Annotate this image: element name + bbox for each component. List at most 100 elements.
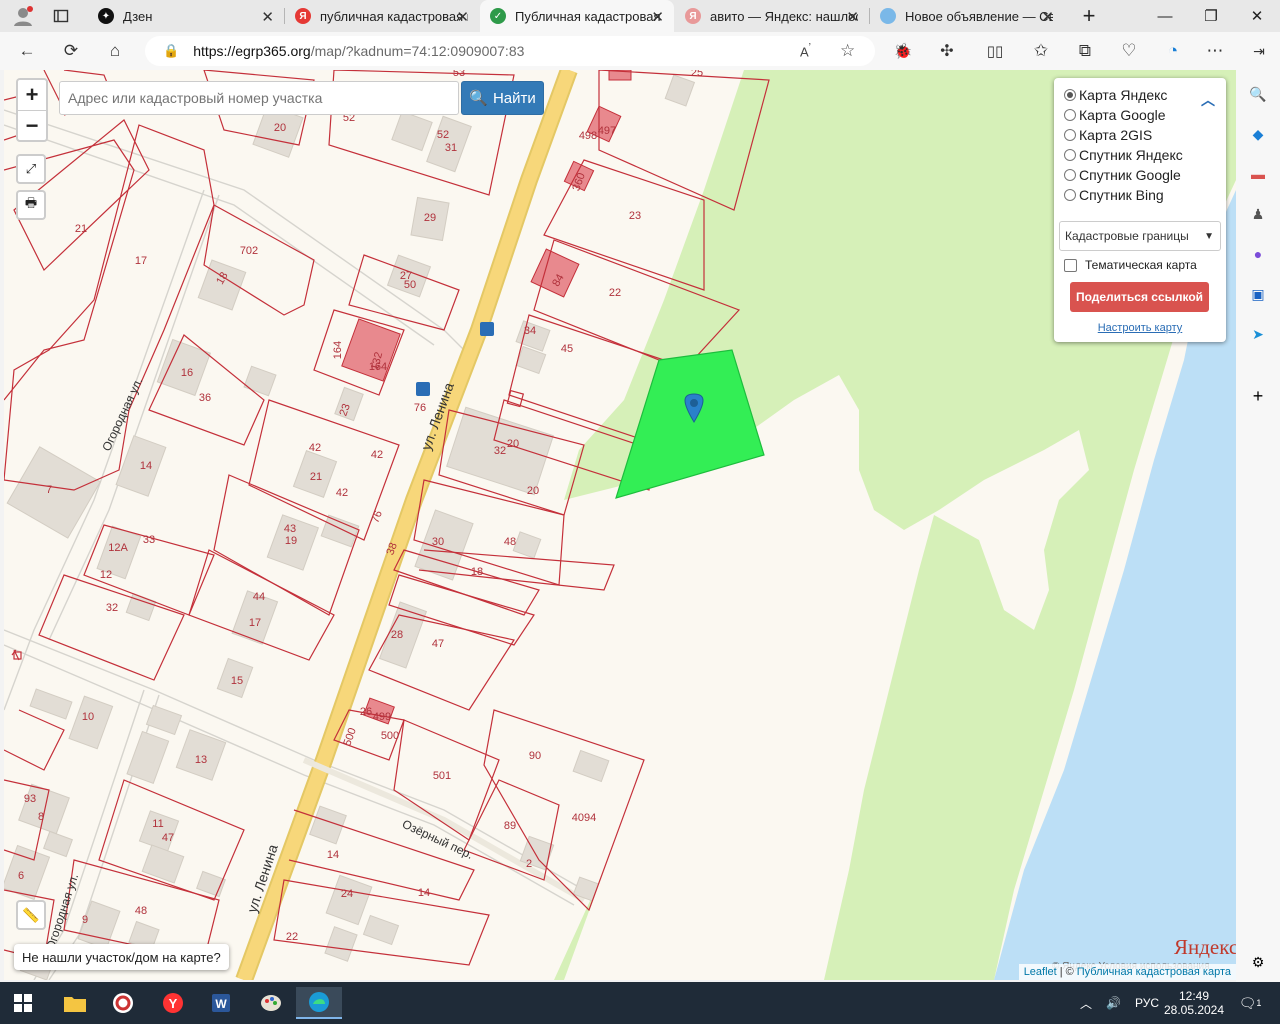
address-bar[interactable]: 🔒 https://egrp365.org/map/?kadnum=74:12:… [145,36,875,66]
favorite-star-icon[interactable]: ☆ [840,41,855,61]
radio[interactable] [1064,89,1076,101]
radio[interactable] [1064,109,1076,121]
map-viewport[interactable]: 2553522045523149749836023292117702182750… [4,70,1236,980]
tab-kadastr-map[interactable]: ✓ Публичная кадастровая карт ✕ [480,0,674,32]
parcel-label: 22 [609,287,621,299]
close-tab-icon[interactable]: ✕ [261,8,274,26]
parcel-label: 498 [579,130,597,142]
close-tab-icon[interactable]: ✕ [1041,8,1054,26]
search-icon[interactable]: 🔍 [1248,84,1268,104]
performance-icon[interactable]: ♡ [1114,36,1144,66]
volume-icon[interactable]: 🔊 [1106,996,1121,1010]
word-icon[interactable]: W [198,987,244,1019]
radio[interactable] [1064,129,1076,141]
radio[interactable] [1064,149,1076,161]
close-tab-icon[interactable]: ✕ [846,8,859,26]
close-tab-icon[interactable]: ✕ [456,8,469,26]
split-screen-icon[interactable]: ▯▯ [980,36,1010,66]
leaflet-link[interactable]: Leaflet [1024,966,1057,978]
radio[interactable] [1064,169,1076,181]
boundary-select[interactable]: Кадастровые границы ▼ [1059,221,1221,251]
profile-icon[interactable] [8,1,38,31]
share-button[interactable]: Поделиться ссылкой [1070,282,1209,312]
collapse-chevron-icon[interactable]: ︿ [1201,90,1215,110]
tune-map-link[interactable]: Настроить карту [1054,322,1226,334]
puzzle-icon[interactable]: ✣ [932,36,962,66]
layer-option-2gis[interactable]: Карта 2GIS [1064,127,1152,143]
read-aloud-icon[interactable]: Aʼ [800,42,811,59]
tools-icon[interactable]: ▬ [1248,164,1268,184]
layer-option-sat-yandex[interactable]: Спутник Яндекс [1064,147,1183,163]
file-explorer-icon[interactable] [52,987,98,1019]
layer-label: Спутник Google [1079,167,1181,183]
restore-icon[interactable]: ❐ [1188,0,1234,32]
map-canvas[interactable]: 2553522045523149749836023292117702182750… [4,70,1236,980]
zoom-in-button[interactable]: + [18,80,46,110]
parcel-label: 24 [341,888,353,900]
notifications-icon[interactable]: 🗨 1 [1239,982,1262,1024]
not-found-button[interactable]: Не нашли участок/дом на карте? [14,944,229,970]
layer-option-google[interactable]: Карта Google [1064,107,1166,123]
edge-sidebar: 🔍 ◆ ▬ ♟ ● ▣ ➤ + ⚙ [1236,70,1280,982]
edge-bar-icon[interactable]: ◔ [1158,36,1188,66]
tab-kadastr-search[interactable]: Я публичная кадастровая карт ✕ [285,0,479,32]
thematic-checkbox[interactable]: Тематическая карта [1064,258,1197,272]
yandex-icon: Я [295,8,311,24]
extension-icon[interactable]: 🐞 [888,36,918,66]
checkbox[interactable] [1064,258,1077,272]
tray-chevron-icon[interactable]: ︿ [1080,995,1092,1012]
tab-dzen[interactable]: ✦ Дзен ✕ [88,0,284,32]
radio[interactable] [1064,189,1076,201]
refresh-icon[interactable]: ⟳ [56,36,86,66]
sidebar-toggle-icon[interactable]: ⇥ [1244,36,1274,66]
favorites-icon[interactable]: ✩ [1026,36,1056,66]
yandex-browser-icon[interactable]: Y [150,987,196,1019]
layer-option-yandex[interactable]: Карта Яндекс [1064,87,1167,103]
shopping-icon[interactable]: ◆ [1248,124,1268,144]
collections-icon[interactable]: ⧉ [1070,36,1100,66]
settings-icon[interactable]: ⚙ [1248,952,1268,972]
search-input[interactable] [59,81,459,115]
close-window-icon[interactable]: ✕ [1234,0,1280,32]
new-tab-button[interactable]: + [1066,0,1112,32]
outlook-icon[interactable]: ▣ [1248,284,1268,304]
tab-title: авито — Яндекс: нашлось 1 [710,8,858,24]
parcel-label: 48 [504,536,516,548]
windows-start-icon[interactable] [0,987,46,1019]
parcel-label: 43 [284,523,296,535]
minimize-icon[interactable]: — [1142,0,1188,32]
tab-title: Новое объявление — Свод [905,8,1053,24]
clock[interactable]: 12:49 28.05.2024 [1164,982,1224,1024]
games-icon[interactable]: ♟ [1248,204,1268,224]
layer-option-sat-google[interactable]: Спутник Google [1064,167,1181,183]
parcel-label: 34 [524,325,536,337]
search-button[interactable]: 🔍 Найти [461,81,544,115]
tab-new-ad[interactable]: Новое объявление — Свод ✕ [870,0,1064,32]
checkbox-label: Тематическая карта [1085,258,1197,272]
parcel-label: 48 [135,905,147,917]
print-icon[interactable]: 🖶 [16,190,46,220]
back-icon[interactable]: ← [12,36,42,66]
edge-taskbar-icon[interactable] [296,987,342,1019]
ccleaner-icon[interactable] [100,987,146,1019]
parcel-label: 10 [82,711,94,723]
language-indicator[interactable]: РУС [1135,996,1159,1010]
tab-actions-icon[interactable] [46,1,76,31]
zoom-out-button[interactable]: − [18,110,46,140]
parcel-label: 12А [108,542,128,554]
parcel-label: 52 [437,129,449,141]
copilot-icon[interactable]: ● [1248,244,1268,264]
add-icon[interactable]: + [1248,386,1268,406]
layer-option-sat-bing[interactable]: Спутник Bing [1064,187,1164,203]
send-icon[interactable]: ➤ [1248,324,1268,344]
parcel-label: 4094 [572,812,596,824]
paint-icon[interactable] [248,987,294,1019]
close-tab-icon[interactable]: ✕ [651,8,664,26]
tab-avito[interactable]: Я авито — Яндекс: нашлось 1 ✕ [675,0,869,32]
home-icon[interactable]: ⌂ [100,36,130,66]
fullscreen-icon[interactable]: ⤢ [16,154,46,184]
tab-title: публичная кадастровая карт [320,8,468,24]
ruler-icon[interactable]: 📏 [16,900,46,930]
more-menu-icon[interactable]: ⋯ [1200,36,1230,66]
source-link[interactable]: Публичная кадастровая карта [1077,966,1231,978]
